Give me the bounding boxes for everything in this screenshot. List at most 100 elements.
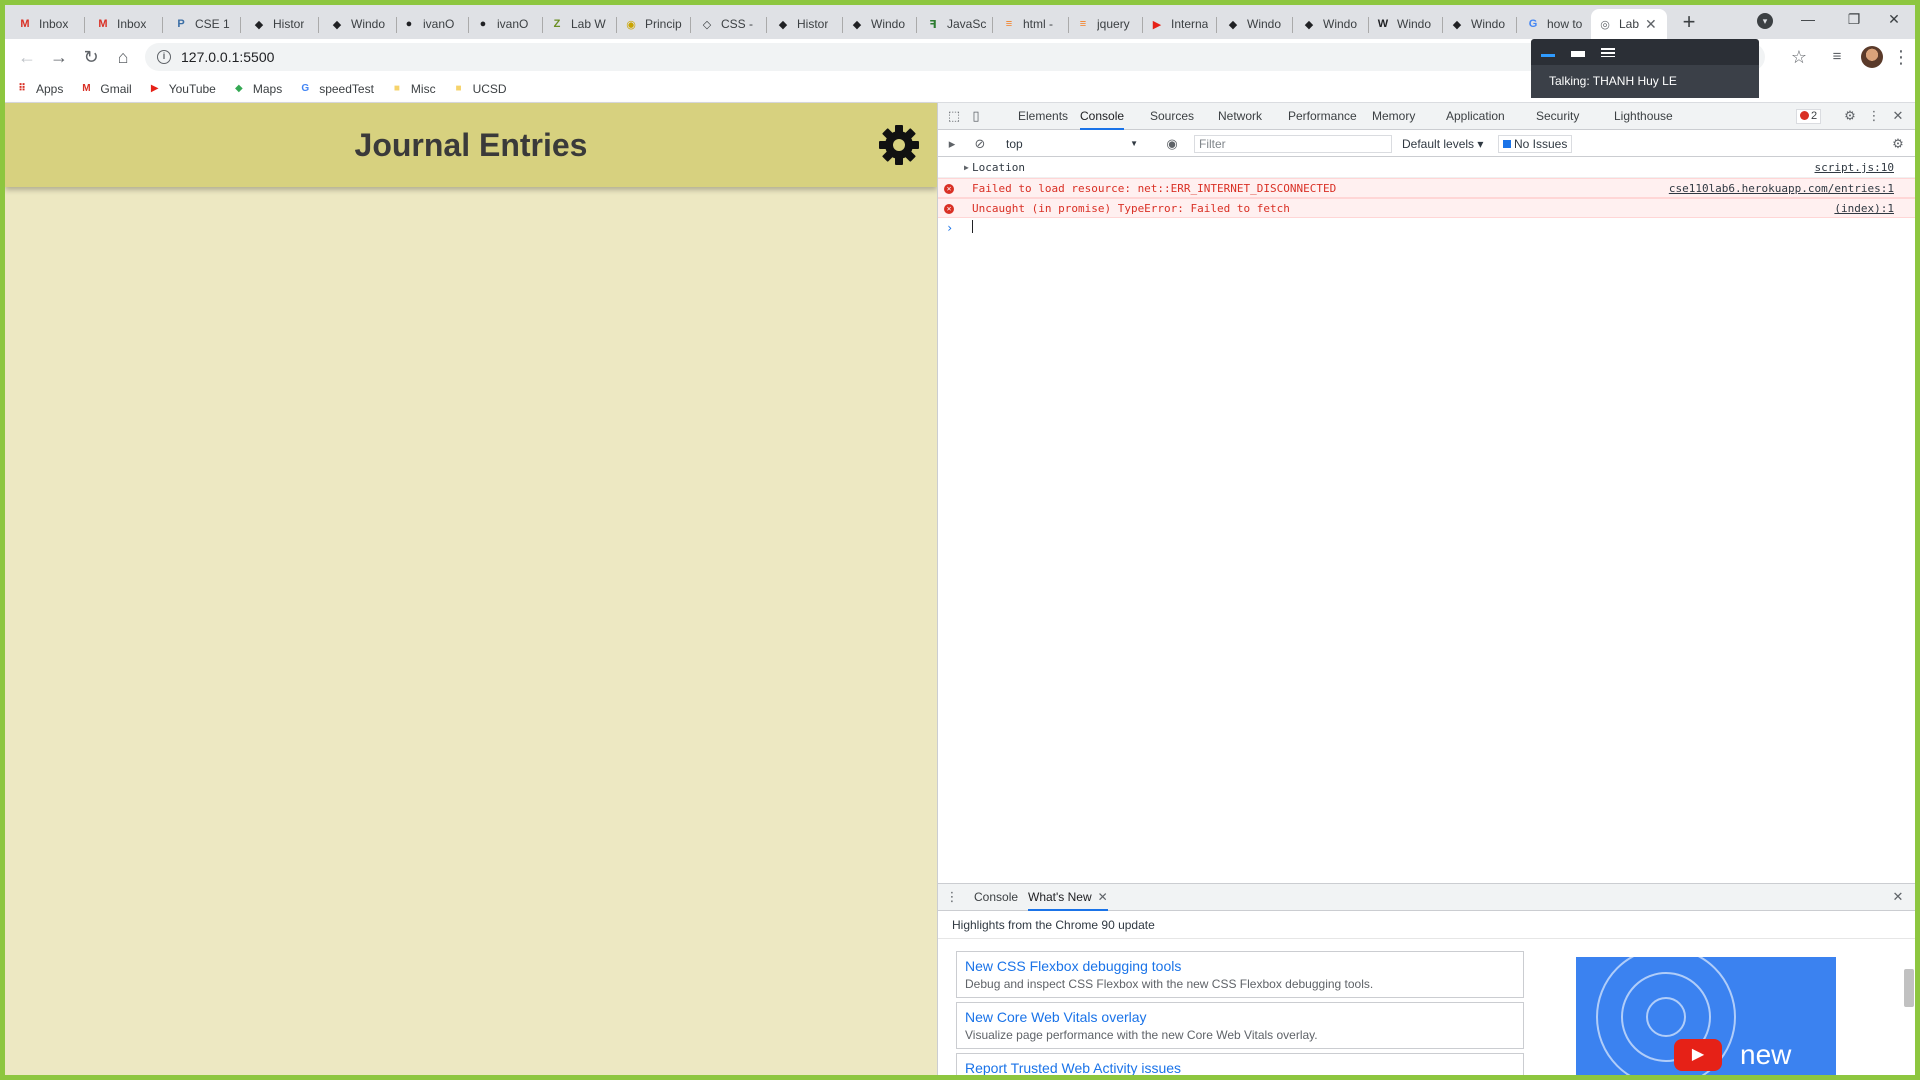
context-selector[interactable]: top ▼ (1002, 135, 1142, 153)
minimize-window-icon[interactable]: — (1785, 5, 1831, 35)
browser-tab[interactable]: ◎ Lab ✕ (1591, 9, 1667, 39)
console-error-text: Uncaught (in promise) TypeError: Failed … (972, 202, 1290, 215)
card-title[interactable]: Report Trusted Web Activity issues (965, 1058, 1515, 1075)
issues-button[interactable]: No Issues (1498, 135, 1573, 153)
drawer-menu-icon[interactable]: ⋮ (944, 889, 960, 905)
console-prompt[interactable]: › (938, 218, 1915, 238)
stackoverflow-icon: ≡ (1005, 18, 1013, 30)
console-source-link[interactable]: (index):1 (1834, 199, 1894, 219)
browser-tab[interactable]: ● ivanO (395, 9, 469, 39)
whats-new-card[interactable]: New Core Web Vitals overlay Visualize pa… (956, 1002, 1524, 1049)
media-control-icon[interactable]: ≡ (1825, 45, 1849, 69)
forward-icon[interactable]: → (47, 45, 71, 69)
browser-tab[interactable]: ◆ Windo (1295, 9, 1369, 39)
browser-tab[interactable]: W Windo (1369, 9, 1443, 39)
overlay-expand-icon[interactable] (1601, 47, 1615, 57)
devtools-tab-application[interactable]: Application (1446, 103, 1505, 130)
console-error[interactable]: ✕ Uncaught (in promise) TypeError: Faile… (938, 198, 1915, 219)
browser-tab[interactable]: M Inbox (89, 9, 163, 39)
inspect-element-icon[interactable]: ⬚ (946, 108, 962, 124)
browser-menu-icon[interactable]: ⋮ (1889, 45, 1913, 69)
devtools-tab-security[interactable]: Security (1536, 103, 1579, 130)
profile-avatar[interactable] (1861, 46, 1883, 68)
browser-tab[interactable]: ◆ Windo (1219, 9, 1293, 39)
new-tab-button[interactable]: + (1677, 11, 1701, 35)
bookmark-apps[interactable]: ⠿ Apps (15, 82, 63, 96)
devtools-close-icon[interactable]: ✕ (1890, 108, 1906, 124)
browser-tab[interactable]: ◇ CSS - (693, 9, 767, 39)
console-source-link[interactable]: cse110lab6.herokuapp.com/entries:1 (1669, 179, 1894, 199)
browser-tab[interactable]: ◆ Windo (323, 9, 397, 39)
whats-new-video-thumbnail[interactable]: ▶ new (1576, 957, 1836, 1075)
bookmark-speedtest[interactable]: GspeedTest (298, 82, 374, 96)
browser-tab[interactable]: ▶ Interna (1143, 9, 1217, 39)
console-source-link[interactable]: script.js:10 (1815, 158, 1894, 178)
devtools-tab-lighthouse[interactable]: Lighthouse (1614, 103, 1673, 130)
bookmark-youtube[interactable]: ▶ YouTube (148, 82, 216, 96)
settings-gear-icon[interactable] (877, 123, 921, 167)
browser-tab[interactable]: P CSE 1 (167, 9, 241, 39)
bookmark-misc[interactable]: ■ Misc (390, 82, 436, 96)
error-count-badge[interactable]: 2 (1796, 109, 1822, 124)
back-icon[interactable]: ← (15, 45, 39, 69)
overlay-minimize-icon[interactable] (1541, 53, 1555, 57)
sidebar-toggle-icon[interactable]: ▸ (944, 136, 960, 152)
browser-tab[interactable]: Ghow to (1519, 9, 1593, 39)
clear-console-icon[interactable]: ⊘ (972, 136, 988, 152)
browser-tab[interactable]: ◆ Histor (245, 9, 319, 39)
browser-tab[interactable]: ≡ html - (995, 9, 1069, 39)
devtools-drawer: ⋮ Console What's New ✕ ✕ Highlights from … (938, 883, 1915, 1075)
devtools-settings-icon[interactable]: ⚙ (1842, 108, 1858, 124)
devtools-tab-network[interactable]: Network (1218, 103, 1262, 130)
drawer-tab-whats-new[interactable]: What's New ✕ (1028, 884, 1108, 911)
devtools-tab-elements[interactable]: Elements (1018, 103, 1068, 130)
whats-new-card[interactable]: Report Trusted Web Activity issues (956, 1053, 1524, 1075)
browser-tab[interactable]: ● ivanO (469, 9, 543, 39)
drawer-tab-console[interactable]: Console (974, 884, 1018, 911)
tab-title: ivanO (423, 17, 455, 31)
overlay-compact-icon[interactable] (1571, 50, 1585, 57)
close-window-icon[interactable]: ✕ (1871, 5, 1915, 35)
console-filter-input[interactable]: Filter (1194, 135, 1392, 153)
bookmark-ucsd[interactable]: ■ UCSD (452, 82, 507, 96)
browser-tab[interactable]: Z Lab W (543, 9, 617, 39)
close-tab-icon[interactable]: ✕ (1098, 884, 1108, 910)
card-title[interactable]: New CSS Flexbox debugging tools (965, 956, 1515, 976)
browser-tab[interactable]: ≡ jquery (1069, 9, 1143, 39)
css-icon: ◇ (702, 18, 712, 31)
whats-new-card[interactable]: New CSS Flexbox debugging tools Debug an… (956, 951, 1524, 998)
bookmark-gmail[interactable]: M Gmail (79, 82, 132, 96)
console-error[interactable]: ✕ Failed to load resource: net::ERR_INTE… (938, 178, 1915, 199)
live-expression-eye-icon[interactable]: ◉ (1164, 136, 1180, 152)
bookmark-star-icon[interactable]: ☆ (1787, 45, 1811, 69)
site-info-icon[interactable]: i (157, 50, 171, 64)
issues-icon (1503, 140, 1511, 148)
drawer-scrollbar[interactable] (1904, 969, 1914, 1007)
browser-tab[interactable]: ◉ Princip (617, 9, 691, 39)
devtools-tab-console[interactable]: Console (1080, 103, 1125, 130)
devtools-tab-sources[interactable]: Sources (1150, 103, 1194, 130)
home-icon[interactable]: ⌂ (111, 45, 135, 69)
browser-tab[interactable]: M Inbox (11, 9, 85, 39)
address-bar[interactable]: i 127.0.0.1:5500 (145, 43, 1765, 71)
console-settings-icon[interactable]: ⚙ (1890, 136, 1906, 152)
reload-icon[interactable]: ↻ (79, 45, 103, 69)
browser-tab[interactable]: ◆ Windo (843, 9, 917, 39)
device-toolbar-icon[interactable]: ▯ (968, 108, 984, 124)
close-tab-icon[interactable]: ✕ (1645, 16, 1657, 33)
drawer-close-icon[interactable]: ✕ (1890, 889, 1906, 905)
console-message[interactable]: ▶ Location script.js:10 (938, 158, 1915, 178)
devtools-tab-performance[interactable]: Performance (1288, 103, 1357, 130)
bookmark-maps[interactable]: ◆ Maps (232, 82, 282, 96)
card-title[interactable]: New Core Web Vitals overlay (965, 1007, 1515, 1027)
log-levels-dropdown[interactable]: Default levels ▾ (1402, 135, 1483, 153)
browser-tab[interactable]: ◆ Windo (1443, 9, 1517, 39)
youtube-play-icon[interactable]: ▶ (1674, 1039, 1722, 1071)
expand-triangle-icon[interactable]: ▶ (964, 158, 969, 178)
tab-search-icon[interactable]: ▾ (1757, 13, 1773, 29)
browser-tab[interactable]: ◆ Histor (769, 9, 843, 39)
devtools-tab-memory[interactable]: Memory (1372, 103, 1415, 130)
bookmark-label: speedTest (319, 81, 374, 96)
devtools-menu-icon[interactable]: ⋮ (1866, 108, 1882, 124)
browser-tab[interactable]: ꟻ JavaSc (919, 9, 993, 39)
